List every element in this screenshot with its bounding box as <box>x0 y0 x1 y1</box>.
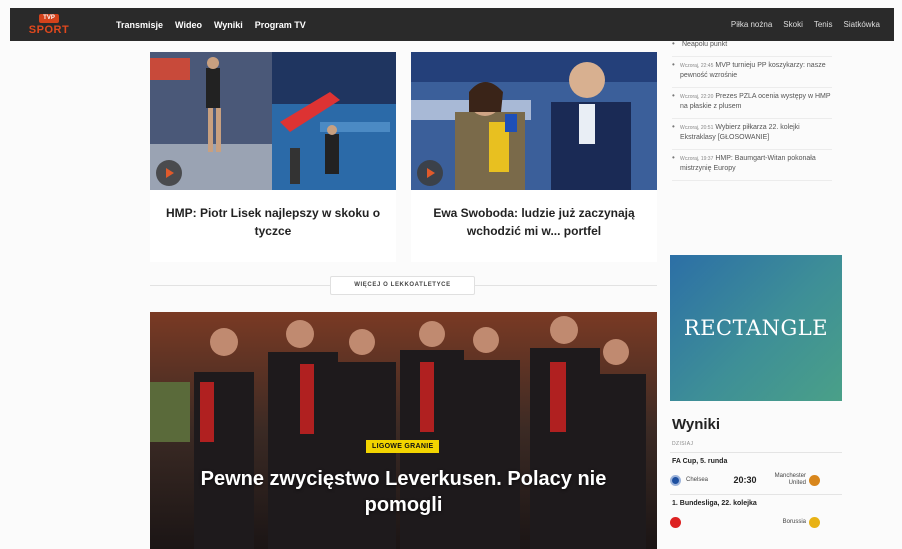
nav-link-siatkowka[interactable]: Siatkówka <box>844 20 880 29</box>
news-item[interactable]: Neapolu punkt <box>672 36 832 57</box>
site-logo[interactable]: TVP SPORT <box>10 8 88 41</box>
team-crest-icon <box>809 516 820 528</box>
nav-link-skoki[interactable]: Skoki <box>783 20 803 29</box>
match-row[interactable]: Chelsea 20:30 Manchester United <box>670 471 842 489</box>
nav-link-pilka-nozna[interactable]: Piłka nożna <box>731 20 772 29</box>
scores-widget: Wyniki DZISIAJ FA Cup, 5. runda Chelsea … <box>670 416 842 531</box>
news-headline[interactable]: Neapolu punkt <box>682 41 727 48</box>
news-item[interactable]: Wczoraj, 22:20Prezes PZLA ocenia występy… <box>672 88 832 119</box>
league-name[interactable]: 1. Bundesliga, 22. kolejka <box>672 500 842 507</box>
match-row[interactable]: Borussia <box>670 513 842 531</box>
nav-link-program-tv[interactable]: Program TV <box>255 20 306 30</box>
hero-article[interactable]: LIGOWE GRANIE Pewne zwycięstwo Leverkuse… <box>150 312 657 549</box>
nav-link-tenis[interactable]: Tenis <box>814 20 833 29</box>
category-badge[interactable]: LIGOWE GRANIE <box>366 440 440 453</box>
ad-rectangle[interactable]: RECTANGLE <box>670 255 842 401</box>
home-team: Chelsea <box>686 477 709 483</box>
news-item[interactable]: Wczoraj, 19:37HMP: Baumgart-Witan pokona… <box>672 150 832 181</box>
video-title[interactable]: Ewa Swoboda: ludzie już zaczynają wchodz… <box>411 190 657 240</box>
news-list: Neapolu punkt Wczoraj, 22:45MVP turnieju… <box>672 36 832 181</box>
athletics-photo <box>150 52 396 190</box>
video-card[interactable]: HMP: Piotr Lisek najlepszy w skoku o tyc… <box>150 52 396 262</box>
news-time: Wczoraj, 22:45 <box>680 63 714 69</box>
scores-day-label: DZISIAJ <box>672 441 694 447</box>
more-athletics-button[interactable]: WIĘCEJ O LEKKOATLETYCE <box>330 276 475 295</box>
divider <box>150 285 330 286</box>
news-item[interactable]: Wczoraj, 22:45MVP turnieju PP koszykarzy… <box>672 57 832 88</box>
divider <box>670 494 842 495</box>
team-crest-icon <box>670 474 681 486</box>
video-thumbnail[interactable] <box>150 52 396 190</box>
logo-badge: TVP <box>39 13 59 23</box>
nav-link-wideo[interactable]: Wideo <box>175 20 202 30</box>
news-time: Wczoraj, 19:37 <box>680 156 714 162</box>
news-time: Wczoraj, 22:20 <box>680 94 714 100</box>
logo-wordmark: SPORT <box>28 23 70 36</box>
match-score: 20:30 <box>733 475 757 485</box>
scores-title[interactable]: Wyniki <box>672 416 842 433</box>
news-time: Wczoraj, 20:51 <box>680 125 714 131</box>
divider <box>670 452 842 453</box>
interview-photo <box>411 52 657 190</box>
away-team: Borussia <box>782 518 806 525</box>
video-thumbnail[interactable] <box>411 52 657 190</box>
divider <box>475 285 657 286</box>
play-icon[interactable] <box>156 160 182 186</box>
video-title[interactable]: HMP: Piotr Lisek najlepszy w skoku o tyc… <box>150 190 396 240</box>
main-menu: Transmisje Wideo Wyniki Program TV <box>116 20 306 30</box>
away-team: Manchester United <box>774 473 806 486</box>
ad-label: RECTANGLE <box>683 316 829 340</box>
team-crest-icon <box>670 516 681 528</box>
nav-link-wyniki[interactable]: Wyniki <box>214 20 243 30</box>
sport-menu: Piłka nożna Skoki Tenis Siatkówka <box>731 20 880 29</box>
league-name[interactable]: FA Cup, 5. runda <box>672 458 842 465</box>
nav-link-transmisje[interactable]: Transmisje <box>116 20 163 30</box>
news-item[interactable]: Wczoraj, 20:51Wybierz piłkarza 22. kolej… <box>672 119 832 150</box>
play-icon[interactable] <box>417 160 443 186</box>
team-crest-icon <box>809 474 820 486</box>
video-card[interactable]: Ewa Swoboda: ludzie już zaczynają wchodz… <box>411 52 657 262</box>
hero-title[interactable]: Pewne zwycięstwo Leverkusen. Polacy nie … <box>170 466 637 518</box>
